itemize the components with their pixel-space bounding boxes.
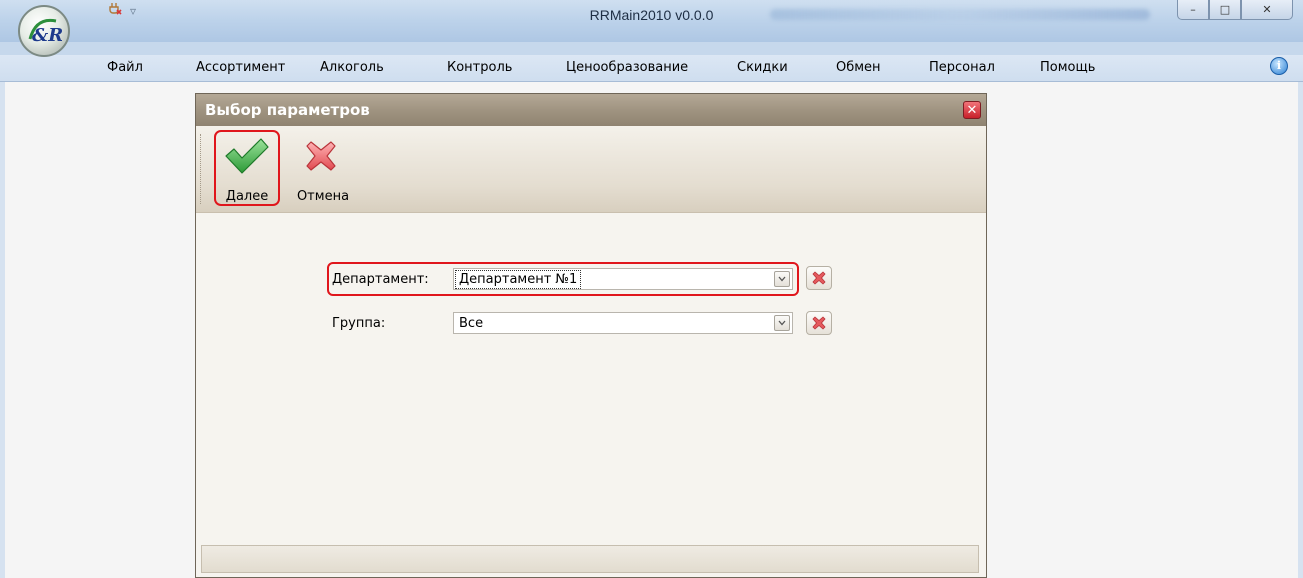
close-button[interactable]: ✕ bbox=[1241, 0, 1293, 20]
group-value: Все bbox=[459, 316, 484, 331]
dialog-title: Выбор параметров bbox=[196, 94, 986, 126]
department-value: Департамент №1 bbox=[454, 270, 582, 289]
menu-exchange[interactable]: Обмен bbox=[836, 60, 881, 75]
department-clear-button[interactable] bbox=[806, 266, 832, 290]
menu-discounts[interactable]: Скидки bbox=[737, 60, 788, 75]
cancel-x-icon bbox=[306, 141, 336, 171]
clear-x-icon bbox=[812, 316, 826, 330]
group-combobox[interactable]: Все bbox=[453, 312, 793, 334]
menu-bar: Файл Ассортимент Алкоголь Контроль Ценоо… bbox=[0, 42, 1303, 82]
next-button[interactable]: Далее bbox=[214, 126, 280, 212]
app-logo[interactable]: &R bbox=[18, 5, 70, 57]
maximize-button[interactable]: □ bbox=[1209, 0, 1241, 20]
menu-control[interactable]: Контроль bbox=[447, 60, 512, 75]
svg-text:&R: &R bbox=[32, 25, 62, 46]
group-clear-button[interactable] bbox=[806, 311, 832, 335]
chevron-down-icon[interactable] bbox=[774, 271, 790, 287]
menu-personnel[interactable]: Персонал bbox=[929, 60, 995, 75]
cancel-label: Отмена bbox=[296, 189, 350, 204]
menu-alcohol[interactable]: Алкоголь bbox=[320, 60, 384, 75]
logo-icon: &R bbox=[28, 18, 62, 46]
dialog-toolbar: Далее Отмена bbox=[196, 126, 986, 213]
clear-x-icon bbox=[812, 271, 826, 285]
window-titlebar: ▿ RRMain2010 v0.0.0 – □ ✕ bbox=[0, 0, 1303, 43]
department-combobox[interactable]: Департамент №1 bbox=[453, 268, 793, 290]
dialog-status-bar bbox=[201, 545, 979, 573]
menu-help[interactable]: Помощь bbox=[1040, 60, 1095, 75]
menu-file[interactable]: Файл bbox=[107, 60, 143, 75]
minimize-button[interactable]: – bbox=[1177, 0, 1209, 20]
window-title: RRMain2010 v0.0.0 bbox=[589, 7, 714, 23]
menu-pricing[interactable]: Ценообразование bbox=[566, 60, 688, 75]
next-label: Далее bbox=[225, 189, 269, 204]
menu-assortment[interactable]: Ассортимент bbox=[196, 60, 285, 75]
window-controls: – □ ✕ bbox=[1177, 0, 1293, 20]
chevron-down-icon[interactable] bbox=[774, 315, 790, 331]
department-label: Департамент: bbox=[332, 272, 429, 287]
info-icon[interactable]: i bbox=[1270, 57, 1288, 75]
toolbar-grip bbox=[200, 134, 204, 204]
checkmark-icon bbox=[225, 138, 269, 174]
group-label: Группа: bbox=[332, 316, 386, 331]
cancel-button[interactable]: Отмена bbox=[288, 126, 358, 212]
dialog-close-button[interactable]: ✕ bbox=[963, 101, 981, 119]
parameters-dialog: Выбор параметров ✕ Далее Отмена Департам… bbox=[195, 93, 987, 578]
